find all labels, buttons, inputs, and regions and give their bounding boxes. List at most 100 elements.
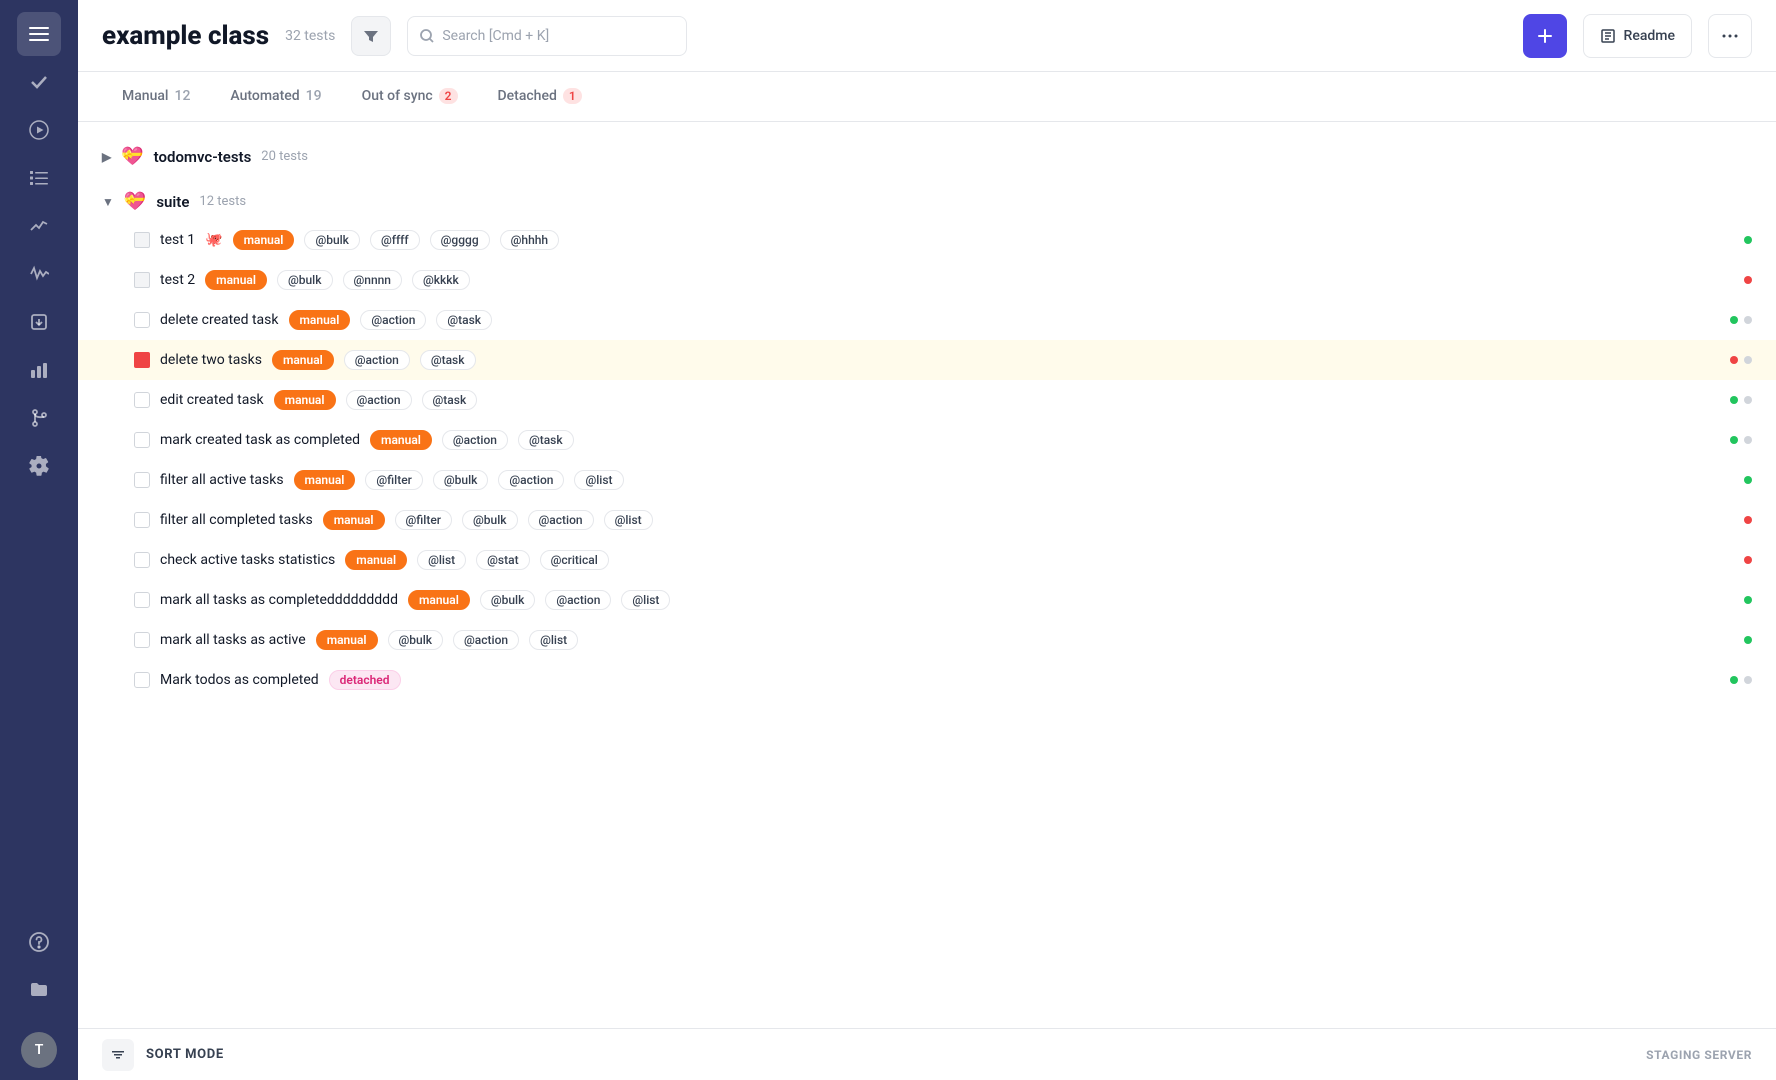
staging-server-label: STAGING SERVER	[1646, 1048, 1752, 1062]
test-tag[interactable]: @list	[621, 590, 670, 610]
test-tag[interactable]: @action	[498, 470, 564, 490]
settings-icon[interactable]	[17, 444, 61, 488]
test-tag[interactable]: @filter	[395, 510, 453, 530]
test-tag[interactable]: @action	[453, 630, 519, 650]
avatar[interactable]: T	[21, 1032, 57, 1068]
test-tag[interactable]: @critical	[540, 550, 609, 570]
test-tag[interactable]: manual	[316, 630, 378, 650]
activity-icon[interactable]	[17, 252, 61, 296]
test-checkbox[interactable]	[134, 672, 150, 688]
test-tag[interactable]: @bulk	[433, 470, 489, 490]
test-tag[interactable]: @bulk	[277, 270, 333, 290]
test-row[interactable]: delete created task manual @action @task	[78, 300, 1776, 340]
test-checkbox[interactable]	[134, 512, 150, 528]
test-tag[interactable]: @action	[344, 350, 410, 370]
suite-todomvc-tests-header[interactable]: ▶ 💝 todomvc-tests 20 tests	[78, 138, 1776, 175]
test-tag[interactable]: @task	[422, 390, 478, 410]
test-row[interactable]: Mark todos as completed detached	[78, 660, 1776, 700]
test-tag[interactable]: @action	[442, 430, 508, 450]
import-icon[interactable]	[17, 300, 61, 344]
test-checkbox[interactable]	[134, 632, 150, 648]
filter-button[interactable]	[351, 16, 391, 56]
test-tag[interactable]: @stat	[476, 550, 529, 570]
folder-icon[interactable]	[17, 968, 61, 1012]
test-checkbox[interactable]	[134, 552, 150, 568]
test-tag[interactable]: manual	[345, 550, 407, 570]
test-tag[interactable]: @action	[545, 590, 611, 610]
test-tag[interactable]: @task	[436, 310, 492, 330]
test-row[interactable]: filter all active tasks manual @filter @…	[78, 460, 1776, 500]
test-row[interactable]: mark all tasks as active manual @bulk @a…	[78, 620, 1776, 660]
test-tag[interactable]: @ffff	[370, 230, 420, 250]
test-checkbox[interactable]	[134, 392, 150, 408]
test-tag[interactable]: manual	[289, 310, 351, 330]
check-icon[interactable]	[17, 60, 61, 104]
test-checkbox[interactable]	[134, 432, 150, 448]
test-tag[interactable]: @bulk	[480, 590, 536, 610]
test-tag[interactable]: @bulk	[462, 510, 518, 530]
test-row[interactable]: delete two tasks manual @action @task	[78, 340, 1776, 380]
test-tag[interactable]: @filter	[365, 470, 423, 490]
test-name: filter all active tasks	[160, 472, 284, 488]
test-row[interactable]: check active tasks statistics manual @li…	[78, 540, 1776, 580]
test-row[interactable]: test 1 🐙 manual @bulk @ffff @gggg @hhhh	[78, 220, 1776, 260]
test-row[interactable]: test 2 manual @bulk @nnnn @kkkk	[78, 260, 1776, 300]
checklist-icon[interactable]	[17, 156, 61, 200]
add-button[interactable]	[1523, 14, 1567, 58]
test-tag[interactable]: @task	[518, 430, 574, 450]
test-checkbox[interactable]	[134, 472, 150, 488]
tab-manual[interactable]: Manual 12	[102, 72, 210, 122]
search-bar[interactable]: Search [Cmd + K]	[407, 16, 687, 56]
test-tag[interactable]: @action	[528, 510, 594, 530]
test-tag[interactable]: @action	[360, 310, 426, 330]
test-checkbox[interactable]	[134, 592, 150, 608]
tab-detached-label: Detached	[498, 88, 557, 104]
test-tag[interactable]: @list	[604, 510, 653, 530]
test-name: delete two tasks	[160, 352, 262, 368]
test-tag[interactable]: manual	[294, 470, 356, 490]
more-options-button[interactable]	[1708, 14, 1752, 58]
test-row[interactable]: mark created task as completed manual @a…	[78, 420, 1776, 460]
test-tag[interactable]: @nnnn	[343, 270, 402, 290]
suite-suite-header[interactable]: ▼ 💝 suite 12 tests	[78, 183, 1776, 220]
test-tag[interactable]: manual	[370, 430, 432, 450]
test-tag[interactable]: manual	[274, 390, 336, 410]
test-tag[interactable]: @list	[574, 470, 623, 490]
status-dot-red	[1730, 356, 1738, 364]
test-tag[interactable]: manual	[408, 590, 470, 610]
sort-mode-icon[interactable]	[102, 1039, 134, 1071]
test-tag[interactable]: detached	[329, 670, 401, 690]
bar-chart-icon[interactable]	[17, 348, 61, 392]
suite-suite-toggle-icon: ▼	[102, 195, 114, 209]
test-tag[interactable]: @task	[420, 350, 476, 370]
status-dots	[1744, 476, 1752, 484]
test-tag[interactable]: @list	[417, 550, 466, 570]
test-row[interactable]: filter all completed tasks manual @filte…	[78, 500, 1776, 540]
status-dot-green	[1744, 596, 1752, 604]
test-tag[interactable]: @kkkk	[412, 270, 470, 290]
test-row[interactable]: edit created task manual @action @task	[78, 380, 1776, 420]
tab-out-of-sync[interactable]: Out of sync 2	[342, 72, 478, 122]
hamburger-menu-icon[interactable]	[17, 12, 61, 56]
test-tag[interactable]: @gggg	[430, 230, 490, 250]
test-tag[interactable]: @list	[529, 630, 578, 650]
test-checkbox[interactable]	[134, 312, 150, 328]
help-icon[interactable]	[17, 920, 61, 964]
test-row[interactable]: mark all tasks as completeddddddddd manu…	[78, 580, 1776, 620]
play-icon[interactable]	[17, 108, 61, 152]
status-dot-gray	[1744, 316, 1752, 324]
test-tag[interactable]: manual	[272, 350, 334, 370]
git-branch-icon[interactable]	[17, 396, 61, 440]
tab-automated[interactable]: Automated 19	[210, 72, 341, 122]
test-tag[interactable]: manual	[233, 230, 295, 250]
test-tag[interactable]: @action	[346, 390, 412, 410]
tab-detached[interactable]: Detached 1	[478, 72, 602, 122]
test-name: filter all completed tasks	[160, 512, 313, 528]
readme-button[interactable]: Readme	[1583, 14, 1692, 58]
test-tag[interactable]: @bulk	[388, 630, 444, 650]
test-tag[interactable]: manual	[205, 270, 267, 290]
test-tag[interactable]: @bulk	[304, 230, 360, 250]
chart-line-icon[interactable]	[17, 204, 61, 248]
test-tag[interactable]: @hhhh	[500, 230, 559, 250]
test-tag[interactable]: manual	[323, 510, 385, 530]
